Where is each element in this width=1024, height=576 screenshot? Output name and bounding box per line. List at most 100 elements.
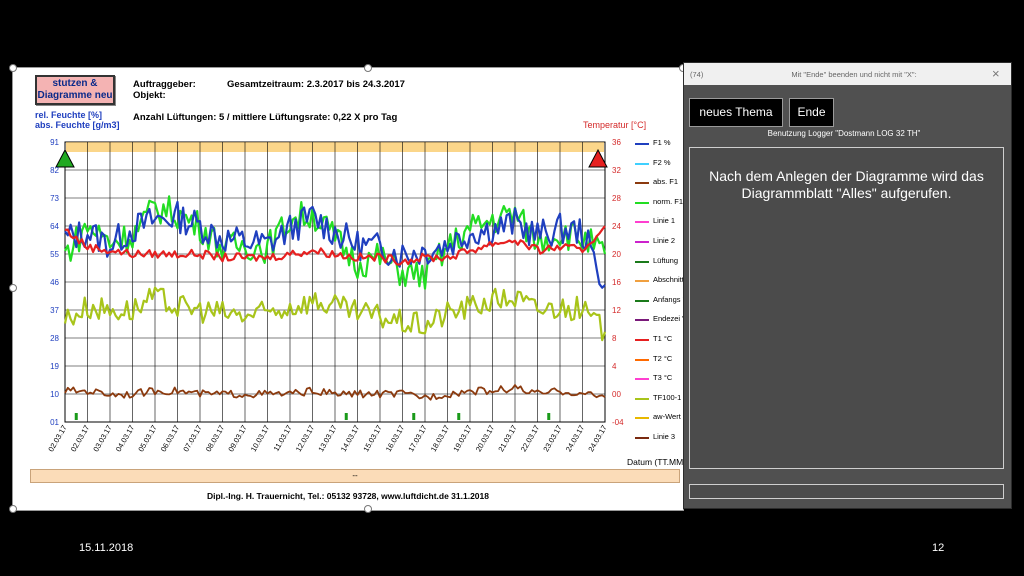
ventilation-marker — [547, 413, 551, 420]
x-tick-label: 23.03.17 — [541, 424, 563, 454]
y2-tick-label: 24 — [612, 222, 621, 231]
y-tick-label: 91 — [50, 138, 59, 147]
legend-swatch — [635, 378, 649, 381]
x-tick-label: 08.03.17 — [204, 424, 226, 454]
x-tick-label: 11.03.17 — [272, 424, 294, 453]
x-tick-label: 09.03.17 — [226, 424, 248, 454]
legend-label: T2 °C — [653, 353, 673, 363]
legend-swatch — [635, 221, 649, 224]
x-tick-label: 21.03.17 — [496, 424, 518, 454]
x-tick-label: 15.03.17 — [361, 424, 383, 454]
ventilation-marker — [344, 413, 348, 420]
dialog-counter: (74) — [690, 70, 704, 79]
legend-label: Lüftung — [653, 255, 679, 265]
x-tick-label: 22.03.17 — [519, 424, 541, 454]
x-axis-label: Datum (TT.MM — [627, 457, 684, 467]
legend-swatch — [635, 241, 649, 243]
ventilation-marker — [74, 413, 78, 420]
y-tick-label: 01 — [50, 418, 59, 427]
ventilation-marker — [412, 413, 416, 420]
x-tick-label: 17.03.17 — [406, 424, 428, 454]
y2-tick-label: 12 — [612, 306, 621, 315]
x-tick-label: 24.03.17 — [586, 424, 608, 454]
ventilation-marker — [457, 413, 461, 420]
y-tick-label: 37 — [50, 306, 59, 315]
legend-swatch — [635, 162, 649, 165]
legend-swatch — [635, 339, 649, 341]
message-panel: Nach dem Anlegen der Diagramme wird das … — [689, 147, 1004, 469]
legend-label: aw-Wert — [653, 412, 681, 422]
legend-label: F2 % — [653, 157, 671, 167]
legend-swatch — [635, 182, 649, 185]
legend-swatch — [635, 201, 649, 204]
legend-label: norm. F1 — [653, 196, 684, 206]
legend-label: abs. F1 — [653, 177, 679, 187]
y2-tick-label: 36 — [612, 138, 621, 147]
x-tick-label: 20.03.17 — [474, 424, 496, 454]
legend-label: Linie 3 — [653, 432, 676, 441]
x-tick-label: 18.03.17 — [429, 424, 451, 454]
logger-dialog: (74) Mit "Ende" beenden und nicht mit "X… — [683, 62, 1012, 509]
close-icon[interactable]: × — [992, 66, 1000, 81]
slide-number: 12 — [932, 542, 945, 554]
y-tick-label: 64 — [50, 222, 59, 231]
x-axis-ticks: 02.03.17 02.03.17 03.03.17 04.03.17 05.03.17… — [46, 424, 608, 454]
x-tick-label: 16.03.17 — [384, 424, 406, 454]
x-tick-label: 05.03.17 — [136, 424, 158, 454]
slide-date: 15.11.2018 — [79, 542, 134, 554]
dialog-titlebar: (74) Mit "Ende" beenden und nicht mit "X… — [684, 63, 1011, 85]
new-topic-button[interactable]: neues Thema — [689, 98, 783, 127]
legend-label: F1 % — [653, 138, 671, 147]
legend-label: Linie 1 — [653, 216, 676, 226]
y-tick-label: 28 — [50, 334, 59, 343]
legend-swatch — [635, 143, 649, 145]
legend-label: T3 °C — [653, 373, 673, 383]
y2-tick-label: 28 — [612, 194, 621, 203]
y-tick-label: 19 — [50, 362, 59, 371]
legend-label: TF100-1 — [653, 392, 682, 402]
resize-handle[interactable] — [9, 505, 17, 513]
x-tick-label: 10.03.17 — [249, 424, 271, 454]
y-tick-label: 10 — [50, 390, 59, 399]
y-tick-label: 82 — [50, 166, 59, 175]
y2-tick-label: 16 — [612, 278, 621, 287]
y-tick-label: 46 — [50, 278, 59, 287]
legend-swatch — [635, 358, 649, 361]
y2-tick-label: 8 — [612, 334, 617, 343]
legend-label: Linie 2 — [653, 236, 676, 245]
y2-tick-label: -04 — [612, 418, 624, 427]
legend-swatch — [635, 319, 649, 322]
x-tick-label: 24.03.17 — [564, 424, 586, 454]
x-tick-label: 14.03.17 — [339, 424, 361, 454]
resize-handle[interactable] — [364, 505, 372, 513]
legend-swatch — [635, 280, 649, 283]
chart-sheet: stutzen & Diagramme neu Auftraggeber: Ge… — [9, 64, 693, 513]
x-tick-label: 07.03.17 — [181, 424, 203, 454]
x-tick-label: 13.03.17 — [316, 424, 338, 454]
legend-label: Abschnitt — [653, 275, 684, 285]
x-tick-label: 03.03.17 — [91, 424, 113, 454]
y-tick-label: 55 — [50, 250, 59, 259]
x-tick-label: 02.03.17 — [46, 424, 68, 454]
logger-subtitle: Benutzung Logger "Dostmann LOG 32 TH" — [767, 129, 921, 138]
x-tick-label: 04.03.17 — [114, 424, 136, 454]
humidity-temperature-chart: 91 82 73 64 55 46 37 28 19 10 01 36 32 28 24 20 16 12 8 4 00… — [46, 138, 624, 454]
y2-tick-label: 4 — [612, 362, 617, 371]
y-tick-label: 73 — [50, 194, 59, 203]
end-button[interactable]: Ende — [789, 98, 834, 127]
dialog-title: Mit "Ende" beenden und nicht mit "X": — [791, 70, 917, 79]
y2-tick-label: 20 — [612, 250, 621, 259]
x-tick-label: 02.03.17 — [69, 424, 91, 454]
dialog-input-bar[interactable] — [689, 484, 1004, 499]
y2-tick-label: 00 — [612, 390, 621, 399]
legend-swatch — [635, 397, 649, 400]
x-tick-label: 19.03.17 — [451, 424, 473, 454]
legend-swatch — [635, 417, 649, 420]
legend-swatch — [635, 437, 649, 439]
x-tick-label: 12.03.17 — [294, 424, 316, 454]
x-tick-label: 06.03.17 — [159, 424, 181, 454]
y2-tick-label: 32 — [612, 166, 621, 175]
legend-swatch — [635, 299, 649, 302]
status-bar: -- — [30, 469, 680, 483]
legend-label: T1 °C — [653, 334, 673, 343]
